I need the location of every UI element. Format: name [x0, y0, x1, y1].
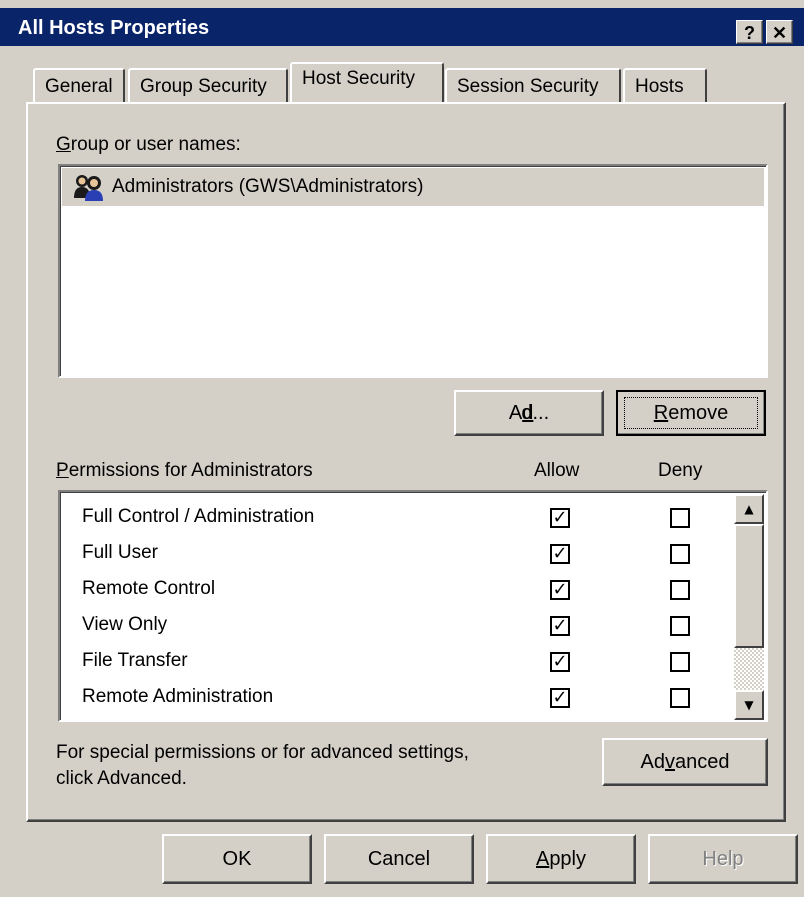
user-list[interactable]: Administrators (GWS\Administrators): [58, 164, 768, 378]
advanced-note: For special permissions or for advanced …: [56, 740, 469, 792]
permission-name: Full User: [82, 542, 159, 563]
deny-checkbox[interactable]: [670, 652, 690, 672]
add-button[interactable]: Add...: [454, 390, 604, 436]
apply-button[interactable]: Apply: [486, 834, 636, 884]
tab-panel-host-security: Group or user names: Administrators (GWS…: [26, 102, 786, 822]
permission-name: Remote Control: [82, 578, 216, 599]
deny-checkbox[interactable]: [670, 544, 690, 564]
scroll-track[interactable]: [734, 648, 764, 690]
window-title: All Hosts Properties: [18, 17, 210, 39]
remove-button[interactable]: Remove: [616, 390, 766, 436]
tab-group-security[interactable]: Group Security: [128, 68, 288, 102]
permission-name: Remote Administration: [82, 686, 274, 707]
scroll-down-icon[interactable]: ▼: [734, 690, 764, 720]
allow-checkbox[interactable]: ✓: [550, 616, 570, 636]
permission-name: View Only: [82, 614, 168, 635]
advanced-button[interactable]: Advanced: [602, 738, 768, 786]
scroll-thumb[interactable]: [734, 524, 764, 648]
deny-checkbox[interactable]: [670, 580, 690, 600]
scroll-up-icon[interactable]: ▲: [734, 494, 764, 524]
allow-checkbox[interactable]: ✓: [550, 652, 570, 672]
title-bar[interactable]: All Hosts Properties ? ✕: [0, 8, 804, 46]
tab-session-security[interactable]: Session Security: [445, 68, 621, 102]
allow-checkbox[interactable]: ✓: [550, 688, 570, 708]
focus-indicator: [624, 397, 758, 429]
tab-label: General: [45, 76, 113, 97]
permission-name: Full Control / Administration: [82, 506, 315, 527]
vertical-scrollbar[interactable]: ▲ ▼: [734, 494, 764, 720]
cancel-button[interactable]: Cancel: [324, 834, 474, 884]
deny-checkbox[interactable]: [670, 616, 690, 636]
table-row: Remote Control ✓: [60, 572, 766, 608]
tab-hosts[interactable]: Hosts: [623, 68, 707, 102]
tab-label: Session Security: [457, 76, 599, 97]
properties-dialog: All Hosts Properties ? ✕ General Group S…: [0, 0, 804, 897]
tab-host-security[interactable]: Host Security: [290, 62, 444, 102]
advanced-note-line: click Advanced.: [56, 768, 187, 789]
advanced-note-line: For special permissions or for advanced …: [56, 742, 469, 763]
list-item[interactable]: Administrators (GWS\Administrators): [62, 168, 764, 206]
tab-label: Host Security: [302, 68, 415, 89]
permissions-label: Permissions for Administrators: [56, 460, 313, 481]
allow-checkbox[interactable]: ✓: [550, 508, 570, 528]
permissions-list[interactable]: Full Control / Administration ✓ Full Use…: [58, 490, 768, 722]
user-name: Administrators (GWS\Administrators): [112, 176, 424, 197]
deny-checkbox[interactable]: [670, 688, 690, 708]
table-row: View Only ✓: [60, 608, 766, 644]
tab-general[interactable]: General: [33, 68, 125, 102]
help-title-button[interactable]: ?: [736, 20, 763, 44]
group-or-user-names-label: Group or user names:: [56, 134, 241, 155]
table-row: Remote Administration ✓: [60, 680, 766, 716]
help-button[interactable]: Help: [648, 834, 798, 884]
table-row: File Transfer ✓: [60, 644, 766, 680]
table-row: Full User ✓: [60, 536, 766, 572]
deny-checkbox[interactable]: [670, 508, 690, 528]
allow-checkbox[interactable]: ✓: [550, 580, 570, 600]
allow-column-header: Allow: [534, 460, 580, 481]
deny-column-header: Deny: [658, 460, 703, 481]
allow-checkbox[interactable]: ✓: [550, 544, 570, 564]
ok-button[interactable]: OK: [162, 834, 312, 884]
close-button[interactable]: ✕: [766, 20, 793, 44]
tab-label: Group Security: [140, 76, 267, 97]
tab-label: Hosts: [635, 76, 684, 97]
user-group-icon: [72, 172, 106, 202]
permission-name: File Transfer: [82, 650, 188, 671]
table-row: Full Control / Administration ✓: [60, 500, 766, 536]
